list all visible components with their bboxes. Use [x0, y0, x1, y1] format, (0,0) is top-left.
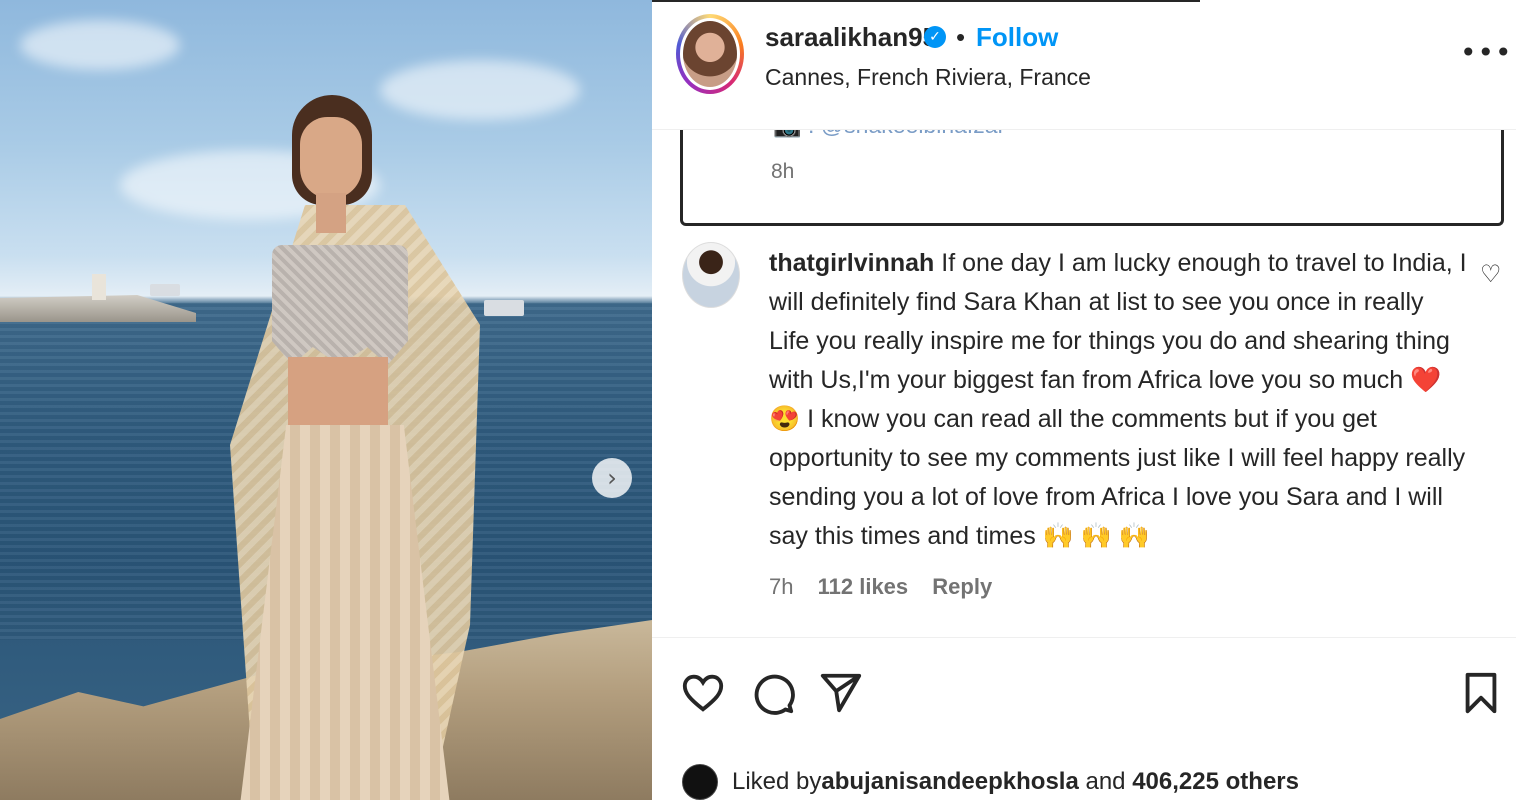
- caption-timestamp[interactable]: 8h: [771, 160, 794, 184]
- send-icon: [820, 673, 862, 713]
- separator-dot: •: [956, 22, 966, 52]
- ship: [150, 284, 180, 296]
- author-avatar[interactable]: [676, 14, 744, 94]
- chevron-right-icon: ›: [607, 464, 617, 492]
- like-button[interactable]: [680, 670, 726, 716]
- lighthouse: [92, 274, 106, 300]
- reply-button[interactable]: Reply: [932, 574, 992, 599]
- author-username[interactable]: saraalikhan95: [765, 22, 937, 53]
- verified-badge-icon: ✓: [924, 26, 946, 48]
- post-header: saraalikhan95 ✓ • Follow Cannes, French …: [652, 0, 1516, 130]
- ship: [484, 300, 524, 316]
- neck: [316, 193, 346, 233]
- post-details-panel: saraalikhan95 ✓ • Follow Cannes, French …: [652, 0, 1516, 800]
- avatar-image: [683, 21, 737, 87]
- comment-body: thatgirlvinnah If one day I am lucky eno…: [769, 244, 1469, 556]
- blouse: [272, 245, 408, 365]
- comment-button[interactable]: [750, 670, 796, 716]
- follow-button[interactable]: Follow: [976, 22, 1058, 53]
- comment-likes[interactable]: 112 likes: [818, 574, 909, 599]
- liked-by-and: and: [1078, 768, 1133, 795]
- post-photo: ›: [0, 0, 652, 800]
- liked-by-user[interactable]: abujanisandeepkhosla: [821, 768, 1078, 796]
- comment-like-icon[interactable]: ♡: [1480, 260, 1502, 288]
- liked-by-prefix: Liked by: [732, 768, 822, 795]
- save-button[interactable]: [1458, 670, 1504, 716]
- liker-avatar[interactable]: [682, 764, 718, 800]
- heart-icon: [682, 674, 724, 712]
- comment-meta: 7h 112 likes Reply: [769, 574, 1010, 600]
- bookmark-icon: [1465, 672, 1497, 714]
- comment-text: If one day I am lucky enough to travel t…: [769, 249, 1467, 550]
- commenter-username[interactable]: thatgirlvinnah: [769, 249, 934, 277]
- cloud: [20, 20, 180, 70]
- face: [300, 117, 362, 199]
- post-location[interactable]: Cannes, French Riviera, France: [765, 64, 1091, 91]
- next-photo-button[interactable]: ›: [592, 458, 632, 498]
- midriff: [288, 357, 388, 429]
- liked-by-count[interactable]: 406,225 others: [1132, 768, 1299, 796]
- more-icon[interactable]: •••: [1460, 36, 1513, 69]
- comment-icon: [754, 674, 795, 715]
- divider: [652, 637, 1516, 638]
- commenter-avatar[interactable]: [682, 242, 740, 308]
- share-button[interactable]: [818, 670, 864, 716]
- comment-timestamp[interactable]: 7h: [769, 574, 793, 599]
- liked-by-row: Liked by abujanisandeepkhosla and 406,22…: [682, 760, 1299, 800]
- action-bar: [652, 670, 1516, 720]
- person-figure: [210, 95, 480, 800]
- divider: [652, 0, 1200, 2]
